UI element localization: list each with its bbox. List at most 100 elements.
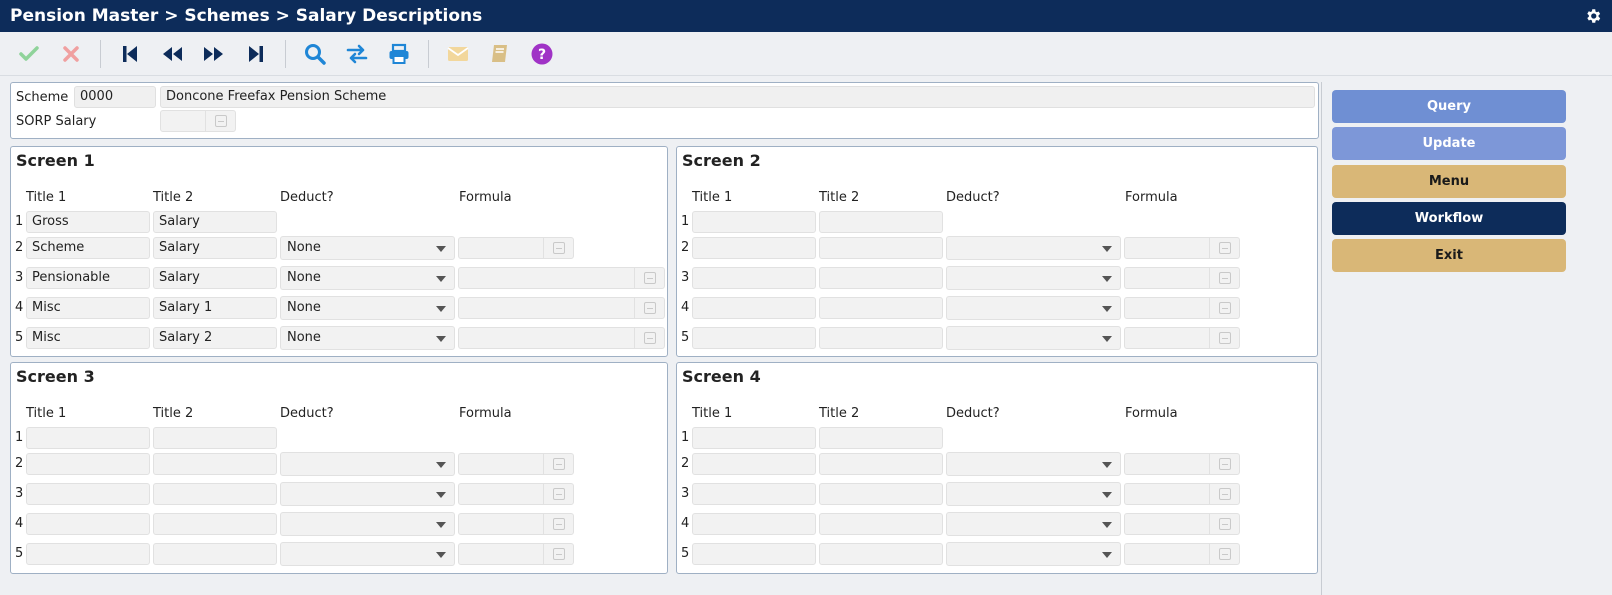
mail-button[interactable] bbox=[441, 37, 475, 71]
formula-lookup[interactable] bbox=[1124, 267, 1240, 289]
title2-field[interactable] bbox=[819, 483, 943, 505]
title2-field[interactable]: Salary bbox=[153, 237, 277, 259]
lookup-button[interactable] bbox=[205, 111, 235, 131]
deduct-select[interactable] bbox=[946, 266, 1121, 290]
title1-field[interactable] bbox=[692, 327, 816, 349]
query-button[interactable]: Query bbox=[1332, 90, 1566, 123]
deduct-select[interactable] bbox=[946, 452, 1121, 476]
title1-field[interactable] bbox=[692, 483, 816, 505]
confirm-button[interactable] bbox=[12, 37, 46, 71]
lookup-button[interactable] bbox=[634, 298, 664, 318]
gear-icon[interactable] bbox=[1584, 7, 1602, 25]
formula-lookup[interactable] bbox=[1124, 483, 1240, 505]
title1-field[interactable] bbox=[692, 453, 816, 475]
title2-field[interactable] bbox=[153, 453, 277, 475]
title2-field[interactable] bbox=[153, 513, 277, 535]
scheme-name-field[interactable]: Doncone Freefax Pension Scheme bbox=[160, 86, 1315, 108]
cancel-button[interactable] bbox=[54, 37, 88, 71]
formula-lookup[interactable] bbox=[458, 543, 574, 565]
deduct-select[interactable]: None bbox=[280, 236, 455, 260]
formula-lookup[interactable] bbox=[458, 267, 665, 289]
deduct-select[interactable] bbox=[946, 482, 1121, 506]
title1-field[interactable] bbox=[26, 483, 150, 505]
deduct-select[interactable] bbox=[280, 482, 455, 506]
sorp-salary-lookup[interactable] bbox=[160, 110, 236, 132]
title2-field[interactable] bbox=[819, 513, 943, 535]
title1-field[interactable] bbox=[692, 267, 816, 289]
workflow-button[interactable]: Workflow bbox=[1332, 202, 1566, 235]
lookup-button[interactable] bbox=[543, 544, 573, 564]
title1-field[interactable] bbox=[692, 427, 816, 449]
deduct-select[interactable]: None bbox=[280, 266, 455, 290]
lookup-button[interactable] bbox=[1209, 544, 1239, 564]
lookup-button[interactable] bbox=[543, 454, 573, 474]
title1-field[interactable]: Misc bbox=[26, 327, 150, 349]
deduct-select[interactable] bbox=[280, 542, 455, 566]
title2-field[interactable]: Salary 1 bbox=[153, 297, 277, 319]
title1-field[interactable] bbox=[26, 513, 150, 535]
deduct-select[interactable] bbox=[946, 542, 1121, 566]
formula-lookup[interactable] bbox=[458, 237, 574, 259]
formula-lookup[interactable] bbox=[1124, 237, 1240, 259]
lookup-button[interactable] bbox=[634, 328, 664, 348]
title1-field[interactable]: Pensionable bbox=[26, 267, 150, 289]
formula-lookup[interactable] bbox=[458, 453, 574, 475]
swap-button[interactable] bbox=[340, 37, 374, 71]
lookup-button[interactable] bbox=[543, 484, 573, 504]
title1-field[interactable] bbox=[26, 543, 150, 565]
title2-field[interactable] bbox=[153, 427, 277, 449]
title2-field[interactable]: Salary 2 bbox=[153, 327, 277, 349]
title1-field[interactable] bbox=[26, 453, 150, 475]
last-record-button[interactable] bbox=[239, 37, 273, 71]
title2-field[interactable] bbox=[153, 543, 277, 565]
lookup-button[interactable] bbox=[1209, 268, 1239, 288]
book-button[interactable] bbox=[483, 37, 517, 71]
title2-field[interactable] bbox=[153, 483, 277, 505]
title1-field[interactable] bbox=[692, 543, 816, 565]
title1-field[interactable]: Gross bbox=[26, 211, 150, 233]
formula-lookup[interactable] bbox=[458, 327, 665, 349]
lookup-button[interactable] bbox=[1209, 328, 1239, 348]
menu-button[interactable]: Menu bbox=[1332, 165, 1566, 198]
title1-field[interactable] bbox=[26, 427, 150, 449]
formula-lookup[interactable] bbox=[1124, 513, 1240, 535]
print-button[interactable] bbox=[382, 37, 416, 71]
title2-field[interactable] bbox=[819, 237, 943, 259]
lookup-button[interactable] bbox=[1209, 484, 1239, 504]
title2-field[interactable] bbox=[819, 297, 943, 319]
title1-field[interactable]: Misc bbox=[26, 297, 150, 319]
lookup-button[interactable] bbox=[543, 238, 573, 258]
formula-lookup[interactable] bbox=[458, 483, 574, 505]
formula-lookup[interactable] bbox=[1124, 327, 1240, 349]
title1-field[interactable] bbox=[692, 297, 816, 319]
deduct-select[interactable] bbox=[946, 236, 1121, 260]
title1-field[interactable]: Scheme bbox=[26, 237, 150, 259]
title2-field[interactable] bbox=[819, 211, 943, 233]
title1-field[interactable] bbox=[692, 237, 816, 259]
title2-field[interactable] bbox=[819, 453, 943, 475]
next-record-button[interactable] bbox=[197, 37, 231, 71]
title2-field[interactable] bbox=[819, 543, 943, 565]
title2-field[interactable]: Salary bbox=[153, 267, 277, 289]
title1-field[interactable] bbox=[692, 513, 816, 535]
deduct-select[interactable] bbox=[946, 512, 1121, 536]
help-button[interactable]: ? bbox=[525, 37, 559, 71]
title1-field[interactable] bbox=[692, 211, 816, 233]
previous-record-button[interactable] bbox=[155, 37, 189, 71]
title2-field[interactable] bbox=[819, 327, 943, 349]
deduct-select[interactable] bbox=[946, 296, 1121, 320]
formula-lookup[interactable] bbox=[1124, 453, 1240, 475]
lookup-button[interactable] bbox=[1209, 514, 1239, 534]
lookup-button[interactable] bbox=[1209, 454, 1239, 474]
lookup-button[interactable] bbox=[634, 268, 664, 288]
search-button[interactable] bbox=[298, 37, 332, 71]
deduct-select[interactable] bbox=[280, 452, 455, 476]
deduct-select[interactable] bbox=[280, 512, 455, 536]
deduct-select[interactable]: None bbox=[280, 326, 455, 350]
formula-lookup[interactable] bbox=[1124, 297, 1240, 319]
title2-field[interactable] bbox=[819, 267, 943, 289]
scheme-code-field[interactable]: 0000 bbox=[74, 86, 156, 108]
deduct-select[interactable]: None bbox=[280, 296, 455, 320]
formula-lookup[interactable] bbox=[458, 297, 665, 319]
update-button[interactable]: Update bbox=[1332, 127, 1566, 160]
